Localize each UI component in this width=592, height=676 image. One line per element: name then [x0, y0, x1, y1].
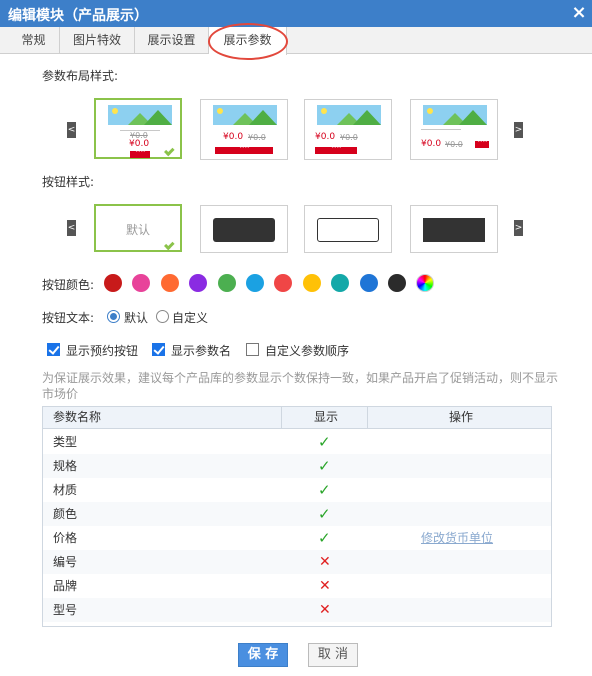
button-style-default-text: 默认 — [125, 223, 150, 237]
header-display: 显示 — [314, 410, 339, 424]
header-action: 操作 — [449, 410, 474, 424]
shown-check-icon[interactable]: ✓ — [318, 506, 331, 522]
button-style-default[interactable]: 默认 — [94, 204, 182, 252]
image-placeholder-icon — [317, 105, 381, 125]
edit-currency-link[interactable]: 修改货币单位 — [421, 526, 493, 550]
button-style-outline[interactable] — [304, 205, 392, 253]
radio-custom[interactable] — [156, 310, 169, 323]
layout-thumb-4[interactable]: ¥0.0 ¥0.0 — [410, 99, 498, 160]
param-name: 型号 — [53, 603, 78, 617]
radio-default[interactable] — [107, 310, 120, 323]
layout-thumb-3[interactable]: ¥0.0 ¥0.0 — [304, 99, 392, 160]
tab-display-params[interactable]: 展示参数 — [209, 27, 287, 55]
tab-general[interactable]: 常规 — [8, 27, 60, 54]
param-name: 类型 — [53, 435, 78, 449]
layout-next-arrow-icon[interactable]: > — [514, 122, 523, 138]
color-swatch[interactable] — [217, 274, 236, 292]
thumb-button — [130, 148, 150, 158]
save-button[interactable]: 保 存 — [238, 643, 288, 667]
button-style-label: 按钮样式: — [42, 175, 95, 189]
tab-bar: 常规 图片特效 展示设置 展示参数 — [0, 27, 592, 55]
selected-check-icon — [164, 242, 182, 254]
dialog-titlebar: 编辑模块（产品展示） × — [0, 0, 592, 27]
params-table: 参数名称 显示 操作 类型 ✓ 规格 ✓ 材质 ✓ 颜色 ✓ 价格 ✓ 修改货币单位 编号 ✕ 品牌 ✕ 型号… — [42, 406, 552, 627]
old-price: ¥0.0 — [445, 140, 463, 149]
hidden-x-icon[interactable]: ✕ — [319, 578, 331, 594]
color-swatch[interactable] — [388, 274, 406, 292]
color-swatch[interactable] — [331, 274, 350, 292]
image-placeholder-icon — [108, 105, 172, 125]
thumb-button — [475, 138, 489, 148]
color-swatch[interactable] — [189, 274, 208, 292]
price: ¥0.0 — [421, 139, 442, 149]
checkbox-show-param-name-label: 显示参数名 — [171, 344, 232, 358]
display-note: 为保证展示效果，建议每个产品库的参数显示个数保持一致，如果产品开启了促销活动，则… — [42, 371, 559, 401]
image-placeholder-icon — [213, 105, 277, 125]
layout-thumb-2[interactable]: ¥0.0 ¥0.0 — [200, 99, 288, 160]
header-param-name: 参数名称 — [53, 410, 102, 424]
table-row: 品牌 ✕ — [43, 574, 551, 598]
color-swatch[interactable] — [132, 274, 151, 292]
price: ¥0.0 — [223, 132, 244, 142]
param-name: 编号 — [53, 555, 78, 569]
color-swatch[interactable] — [160, 274, 179, 292]
old-price: ¥0.0 — [248, 133, 266, 142]
thumb-button — [215, 144, 273, 154]
swatch-custom-color[interactable] — [416, 274, 435, 292]
close-icon[interactable]: × — [570, 2, 588, 24]
table-row: 价格 ✓ 修改货币单位 — [43, 526, 551, 550]
color-swatch[interactable] — [246, 274, 264, 292]
button-style-prev-arrow-icon[interactable]: < — [67, 220, 76, 236]
color-swatch[interactable] — [302, 274, 321, 292]
shown-check-icon[interactable]: ✓ — [318, 458, 331, 474]
table-row: 材质 ✓ — [43, 478, 551, 502]
hidden-x-icon[interactable]: ✕ — [319, 602, 331, 618]
button-style-filled-square[interactable] — [410, 205, 498, 253]
checkbox-show-booking-button[interactable] — [47, 343, 60, 356]
table-row: 颜色 ✓ — [43, 502, 551, 526]
param-name: 颜色 — [53, 507, 78, 521]
color-swatch[interactable] — [274, 274, 293, 292]
checkbox-show-param-name[interactable] — [152, 343, 165, 356]
layout-prev-arrow-icon[interactable]: < — [67, 122, 76, 138]
param-name: 规格 — [53, 459, 78, 473]
selected-check-icon — [164, 148, 182, 160]
old-price: ¥0.0 — [340, 133, 358, 142]
button-color-label: 按钮颜色: — [42, 278, 95, 292]
param-name: 价格 — [53, 531, 78, 545]
checkbox-custom-param-order[interactable] — [246, 343, 259, 356]
price: ¥0.0 — [315, 132, 336, 142]
hidden-x-icon[interactable]: ✕ — [319, 554, 331, 570]
tab-display-settings[interactable]: 展示设置 — [135, 27, 209, 54]
layout-style-label: 参数布局样式: — [42, 69, 119, 83]
image-placeholder-icon — [423, 105, 487, 125]
thumb-button — [315, 144, 357, 154]
color-swatch[interactable] — [104, 274, 122, 292]
table-row: 编号 ✕ — [43, 550, 551, 574]
tab-image-effects[interactable]: 图片特效 — [60, 27, 135, 54]
checkbox-show-booking-button-label: 显示预约按钮 — [66, 344, 139, 358]
layout-thumb-1[interactable]: ¥0.0 ¥0.0 — [94, 98, 182, 159]
shown-check-icon[interactable]: ✓ — [318, 530, 331, 546]
dialog-title: 编辑模块（产品展示） — [8, 8, 148, 24]
param-name: 材质 — [53, 483, 78, 497]
checkbox-custom-param-order-label: 自定义参数顺序 — [265, 344, 350, 358]
radio-custom-label: 自定义 — [172, 311, 209, 325]
radio-default-label: 默认 — [124, 311, 149, 325]
table-row: 类型 ✓ — [43, 430, 551, 454]
cancel-button[interactable]: 取 消 — [308, 643, 358, 667]
button-style-filled-rounded[interactable] — [200, 205, 288, 253]
button-text-label: 按钮文本: — [42, 311, 95, 325]
table-row: 规格 ✓ — [43, 454, 551, 478]
shown-check-icon[interactable]: ✓ — [318, 434, 331, 450]
color-swatch[interactable] — [359, 274, 378, 292]
table-header: 参数名称 显示 操作 — [43, 407, 551, 429]
button-style-next-arrow-icon[interactable]: > — [514, 220, 523, 236]
shown-check-icon[interactable]: ✓ — [318, 482, 331, 498]
param-name: 品牌 — [53, 579, 78, 593]
table-row: 型号 ✕ — [43, 598, 551, 622]
